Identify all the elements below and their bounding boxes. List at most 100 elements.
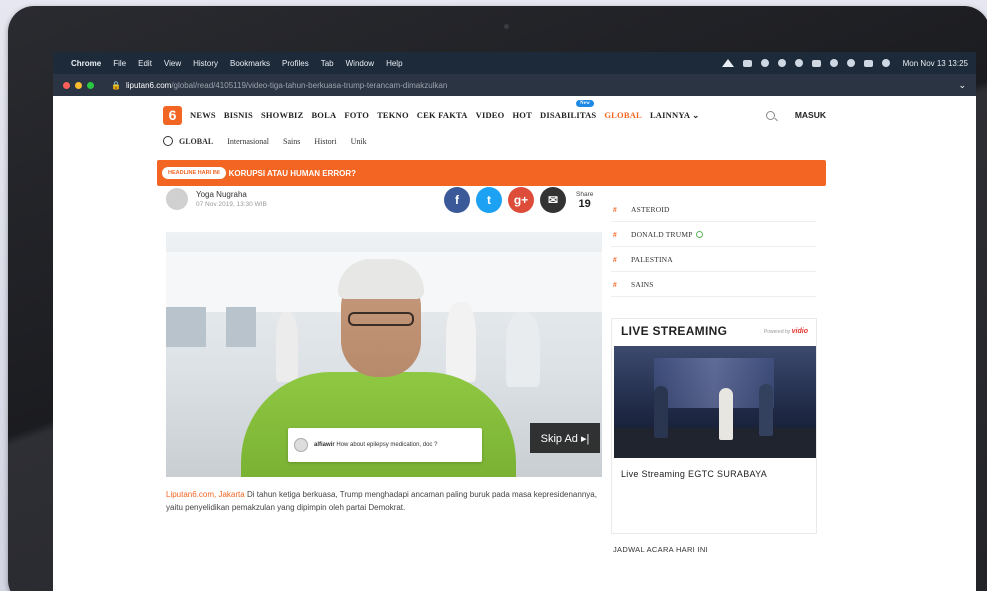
trending-item[interactable]: # SAINS [611,272,816,297]
subnav-global[interactable]: GLOBAL [179,137,213,146]
video-background [166,307,206,347]
login-button[interactable]: MASUK [795,110,826,120]
search-icon[interactable] [765,110,775,120]
window-zoom-button[interactable] [87,81,94,89]
trending-item[interactable]: # DONALD TRUMP [611,222,816,247]
video-background [226,307,256,347]
siri-icon[interactable] [881,59,890,67]
article-source[interactable]: Liputan6.com, Jakarta [166,490,245,499]
nav-disabilitas[interactable]: DISABILITAS New [539,100,597,120]
nav-video[interactable]: VIDEO [476,110,505,120]
webcam [504,24,509,29]
laptop-frame: Chrome File Edit View History Bookmarks … [8,6,987,591]
address-bar[interactable]: liputan6.com/global/read/4105119/video-t… [126,81,447,90]
control-center-icon[interactable] [863,59,873,67]
live-stream-caption[interactable]: Live Streaming EGTC SURABAYA [621,469,767,479]
subnav-sains[interactable]: Sains [283,137,300,146]
menu-edit[interactable]: Edit [138,59,152,68]
url-host: liputan6.com [125,80,172,90]
menu-tab[interactable]: Tab [321,59,334,68]
powered-by: Powered by vidio [764,328,808,335]
hash-icon: # [613,279,617,289]
menu-history[interactable]: History [193,59,218,68]
nav-foto[interactable]: FOTO [344,110,369,120]
nav-tekno[interactable]: TEKNO [377,110,409,120]
trending-tags: # ASTEROID # DONALD TRUMP # PALESTINA # SAIN… [611,197,816,297]
globe-icon [163,136,173,146]
trending-label: ASTEROID [630,204,670,214]
menu-bar-clock[interactable]: Mon Nov 13 13:25 [903,59,968,68]
email-share-button[interactable]: ✉ [540,187,566,213]
author-name[interactable]: Yoga Nugraha [196,190,267,199]
nav-news[interactable]: NEWS [190,110,216,120]
status-icon[interactable] [777,59,786,67]
verified-icon [695,230,703,238]
lock-icon[interactable]: 🔒 [111,81,121,90]
nav-bisnis[interactable]: BISNIS [224,110,253,120]
bluetooth-icon[interactable] [760,59,769,67]
menu-chrome[interactable]: Chrome [71,59,101,68]
publish-date: 07 Nov 2019, 13:30 WIB [196,201,267,208]
battery-icon[interactable] [811,59,821,67]
live-streaming-widget: LIVE STREAMING Powered by vidio Live Str… [611,318,817,534]
spotlight-search-icon[interactable] [846,59,855,67]
nav-lainnya[interactable]: LAINNYA ⌄ [650,110,699,121]
trending-label: DONALD TRUMP [630,229,693,239]
app-status-icon[interactable] [742,59,752,67]
status-icon[interactable] [794,59,803,67]
comment-text: alfiawir How about epilepsy medication, … [314,441,437,449]
headline-banner[interactable]: HEADLINE HARI INI KORUPSI ATAU HUMAN ERR… [157,160,826,186]
nav-bola[interactable]: BOLA [311,110,336,120]
video-background-person [506,312,540,387]
menu-help[interactable]: Help [386,59,402,68]
nav-global[interactable]: GLOBAL [604,110,642,120]
wifi-icon[interactable] [829,59,838,67]
live-streaming-header: LIVE STREAMING Powered by vidio [612,319,816,342]
twitter-share-button[interactable]: t [476,187,502,213]
trending-item[interactable]: # ASTEROID [611,197,816,222]
facebook-share-button[interactable]: f [444,187,470,213]
stage-screen [654,358,774,408]
hash-icon: # [613,254,617,264]
live-streaming-title: LIVE STREAMING [621,324,728,338]
menu-profiles[interactable]: Profiles [282,59,309,68]
site-top-nav: 6 NEWS BISNIS SHOWBIZ BOLA FOTO TEKNO CE… [163,100,826,126]
comment-avatar [294,438,308,452]
stage-guest [719,388,733,440]
web-page: 6 NEWS BISNIS SHOWBIZ BOLA FOTO TEKNO CE… [53,96,976,591]
video-presenter-glasses [348,312,414,326]
window-close-button[interactable] [63,81,70,89]
skip-ad-button[interactable]: Skip Ad ▸| [530,423,600,453]
article-lead: Liputan6.com, Jakarta Di tahun ketiga be… [166,488,606,514]
nav-cek-fakta[interactable]: CEK FAKTA [417,110,468,120]
menu-file[interactable]: File [113,59,126,68]
menu-window[interactable]: Window [346,59,374,68]
live-comment: alfiawir How about epilepsy medication, … [288,428,482,462]
menu-bookmarks[interactable]: Bookmarks [230,59,270,68]
browser-toolbar: 🔒 liputan6.com/global/read/4105119/video… [53,74,976,96]
video-background-person [276,312,298,382]
subnav-internasional[interactable]: Internasional [227,137,269,146]
chevron-down-icon[interactable]: ⌄ [958,80,966,91]
nav-showbiz[interactable]: SHOWBIZ [261,110,304,120]
video-player[interactable]: alfiawir How about epilepsy medication, … [166,232,602,477]
googleplus-share-button[interactable]: g+ [508,187,534,213]
subnav-histori[interactable]: Histori [314,137,336,146]
trending-item[interactable]: # PALESTINA [611,247,816,272]
subnav-unik[interactable]: Unik [351,137,367,146]
comment-user: alfiawir [314,441,335,448]
comment-body: How about epilepsy medication, doc ? [334,441,438,448]
app-status-icon[interactable] [721,59,734,67]
menu-view[interactable]: View [164,59,181,68]
nav-hot[interactable]: HOT [512,110,532,120]
vidio-logo: vidio [791,327,808,335]
site-logo[interactable]: 6 [163,105,182,125]
status-menu-icons: Mon Nov 13 13:25 [721,59,968,68]
nav-disabilitas-label: DISABILITAS [539,110,597,120]
section-sub-nav: GLOBAL Internasional Sains Histori Unik [163,132,826,150]
laptop-screen: Chrome File Edit View History Bookmarks … [53,52,976,591]
window-minimize-button[interactable] [75,81,82,89]
headline-badge: HEADLINE HARI INI [162,167,226,179]
live-stream-thumbnail[interactable] [614,346,816,458]
powered-by-label: Powered by [763,328,791,335]
